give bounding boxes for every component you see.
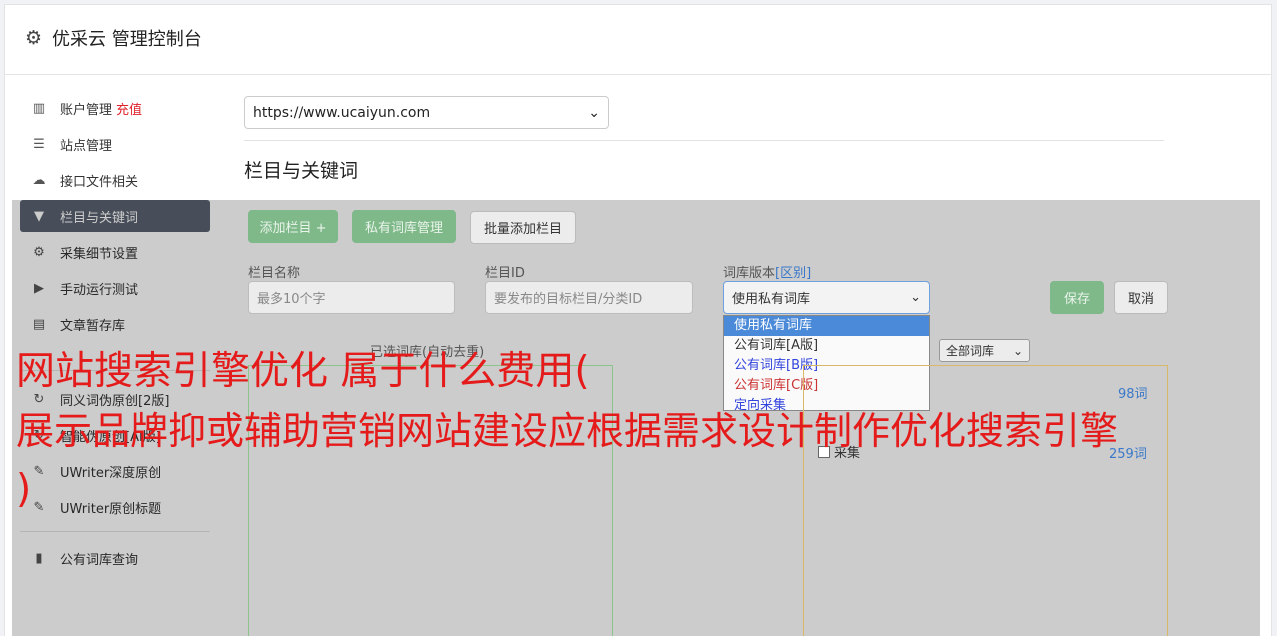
add-column-button[interactable]: 添加栏目 +: [248, 210, 338, 243]
server-icon: ☰: [33, 136, 45, 152]
batch-add-button[interactable]: 批量添加栏目: [470, 211, 576, 244]
column-id-input[interactable]: 要发布的目标栏目/分类ID: [485, 281, 693, 314]
column-id-label: 栏目ID: [485, 266, 525, 281]
selected-words-box[interactable]: [248, 365, 613, 636]
sidebar-item-account[interactable]: ▥ 账户管理 充值: [20, 92, 210, 124]
recharge-link[interactable]: 充值: [116, 99, 142, 118]
version-diff-link[interactable]: [区别]: [775, 266, 811, 281]
column-name-input[interactable]: 最多10个字: [248, 281, 455, 314]
sidebar-item-interface-files[interactable]: ☁ 接口文件相关: [20, 164, 210, 196]
divider: [244, 140, 1164, 141]
console-header: ⚙ 优采云 管理控制台: [5, 5, 1271, 75]
watermark-line-3: ): [16, 467, 32, 512]
lib-filter-value: 全部词库: [946, 344, 995, 358]
word-count: 98词: [1118, 387, 1148, 402]
sidebar-item-label: 接口文件相关: [60, 174, 139, 190]
column-name-label: 栏目名称: [248, 266, 301, 281]
private-lib-button[interactable]: 私有词库管理: [352, 210, 456, 243]
app-title: ⚙ 优采云 管理控制台: [25, 25, 202, 51]
version-option[interactable]: 使用私有词库: [724, 316, 929, 336]
chevron-down-icon: ⌄: [1012, 343, 1023, 358]
bar-chart-icon: ▥: [32, 100, 46, 116]
version-option[interactable]: 公有词库[A版]: [724, 336, 929, 356]
version-label: 词库版本[区别]: [723, 262, 811, 281]
app-title-text: 优采云 管理控制台: [52, 29, 202, 50]
version-select-value: 使用私有词库: [732, 292, 811, 307]
chevron-down-icon: ⌄: [588, 104, 600, 121]
lib-filter-select[interactable]: 全部词库 ⌄: [939, 339, 1030, 362]
version-select[interactable]: 使用私有词库 ⌄: [723, 281, 930, 314]
page-title: 栏目与关键词: [244, 160, 359, 182]
version-label-text: 词库版本: [723, 266, 776, 281]
sidebar-item-sites[interactable]: ☰ 站点管理: [20, 128, 210, 160]
site-select-value: https://www.ucaiyun.com: [253, 104, 431, 121]
chevron-down-icon: ⌄: [910, 290, 921, 305]
site-select[interactable]: https://www.ucaiyun.com ⌄: [244, 96, 609, 129]
cloud-upload-icon: ☁: [32, 172, 46, 188]
watermark-line-2: 展示品牌抑或辅助营销网站建设应根据需求设计制作优化搜索引擎: [16, 409, 1119, 453]
watermark-line-1: 网站搜索引擎优化 属于什么费用(: [16, 349, 590, 394]
sidebar-item-label: 站点管理: [60, 138, 113, 154]
main-content: https://www.ucaiyun.com ⌄ 栏目与关键词: [244, 96, 1164, 183]
cancel-button[interactable]: 取消: [1114, 281, 1168, 314]
save-button[interactable]: 保存: [1050, 281, 1104, 314]
sidebar-item-label: 账户管理: [60, 102, 113, 118]
gear-icon: ⚙: [25, 27, 43, 49]
lib-list-box[interactable]: [803, 365, 1168, 636]
